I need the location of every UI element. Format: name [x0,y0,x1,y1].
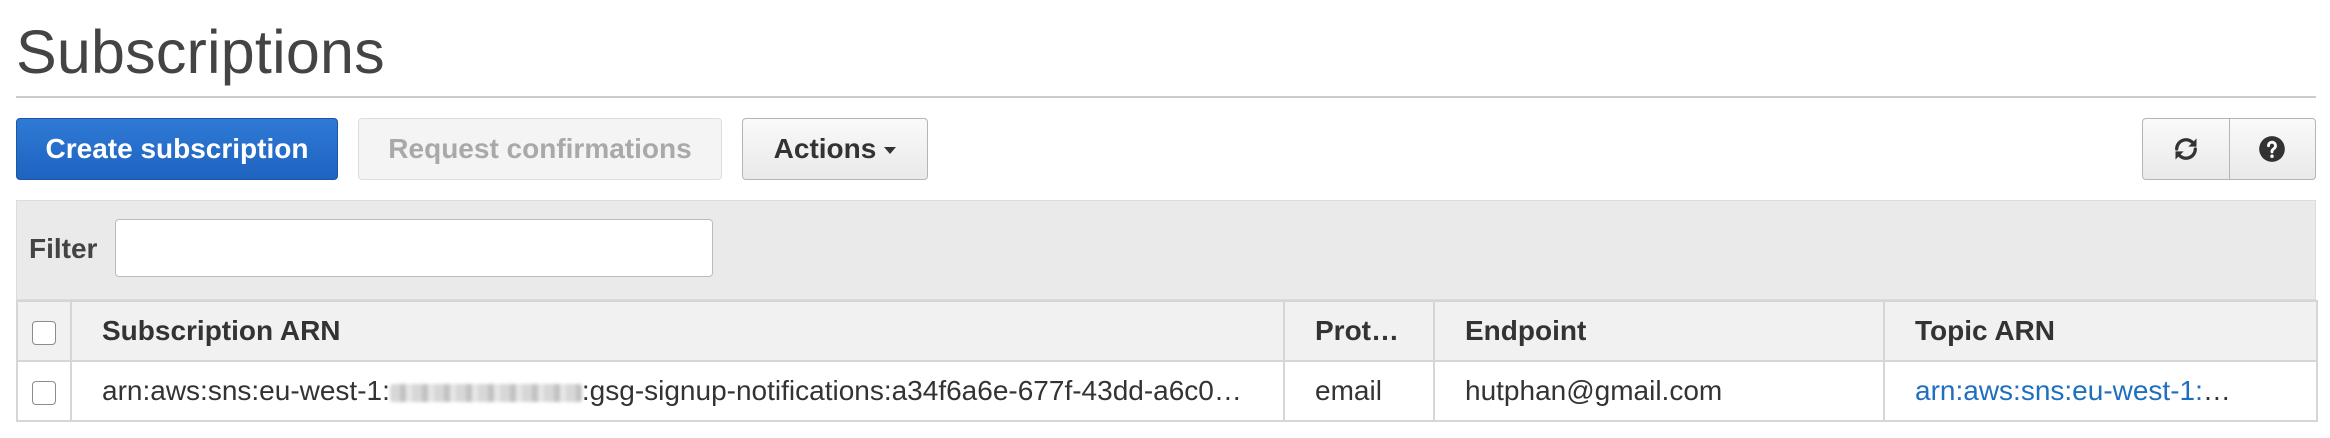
filter-label: Filter [29,233,98,264]
table-row[interactable]: arn:aws:sns:eu-west-1: :gsg-signup-notifi… [16,360,2318,422]
column-header-endpoint[interactable]: Endpoint [1433,300,1885,362]
refresh-icon [2174,138,2197,160]
title-divider [16,96,2316,98]
subscription-arn-cell: arn:aws:sns:eu-west-1: :gsg-signup-notifi… [70,360,1285,422]
select-all-checkbox[interactable] [32,320,56,345]
page-title: Subscriptions [16,18,385,86]
create-subscription-button[interactable]: Create subscription [16,118,338,180]
row-checkbox[interactable] [32,380,56,405]
column-header-protocol[interactable]: Proto… [1283,300,1435,362]
utility-buttons [2142,118,2316,180]
request-confirmations-button[interactable]: Request confirmations [358,118,722,180]
protocol-cell: email [1283,360,1435,422]
row-select-cell[interactable] [16,360,72,422]
actions-dropdown-button[interactable]: Actions [742,118,928,180]
select-all-cell[interactable] [16,300,72,362]
filter-input[interactable] [115,219,713,277]
chevron-down-icon [884,146,897,154]
help-button[interactable] [2228,119,2316,179]
topic-arn-cell[interactable]: arn:aws:sns:eu-west-1: [1883,360,2318,422]
subscriptions-table: Subscription ARN Proto… Endpoint Topic A… [16,300,2318,422]
table-header-row: Subscription ARN Proto… Endpoint Topic A… [16,300,2318,362]
topic-arn-link[interactable]: arn:aws:sns:eu-west-1: [1915,375,2231,406]
endpoint-cell: hutphan@gmail.com [1433,360,1885,422]
redacted-account-id [389,383,582,402]
subscription-arn-suffix: :gsg-signup-notifications:a34f6a6e-677f-… [581,375,1242,406]
subscription-arn-prefix: arn:aws:sns:eu-west-1: [102,375,390,406]
refresh-button[interactable] [2143,119,2229,179]
filter-panel: Filter [16,200,2316,300]
column-header-topic-arn[interactable]: Topic ARN [1883,300,2318,362]
column-header-subscription-arn[interactable]: Subscription ARN [70,300,1285,362]
actions-label: Actions [773,133,877,164]
help-icon [2259,136,2286,162]
